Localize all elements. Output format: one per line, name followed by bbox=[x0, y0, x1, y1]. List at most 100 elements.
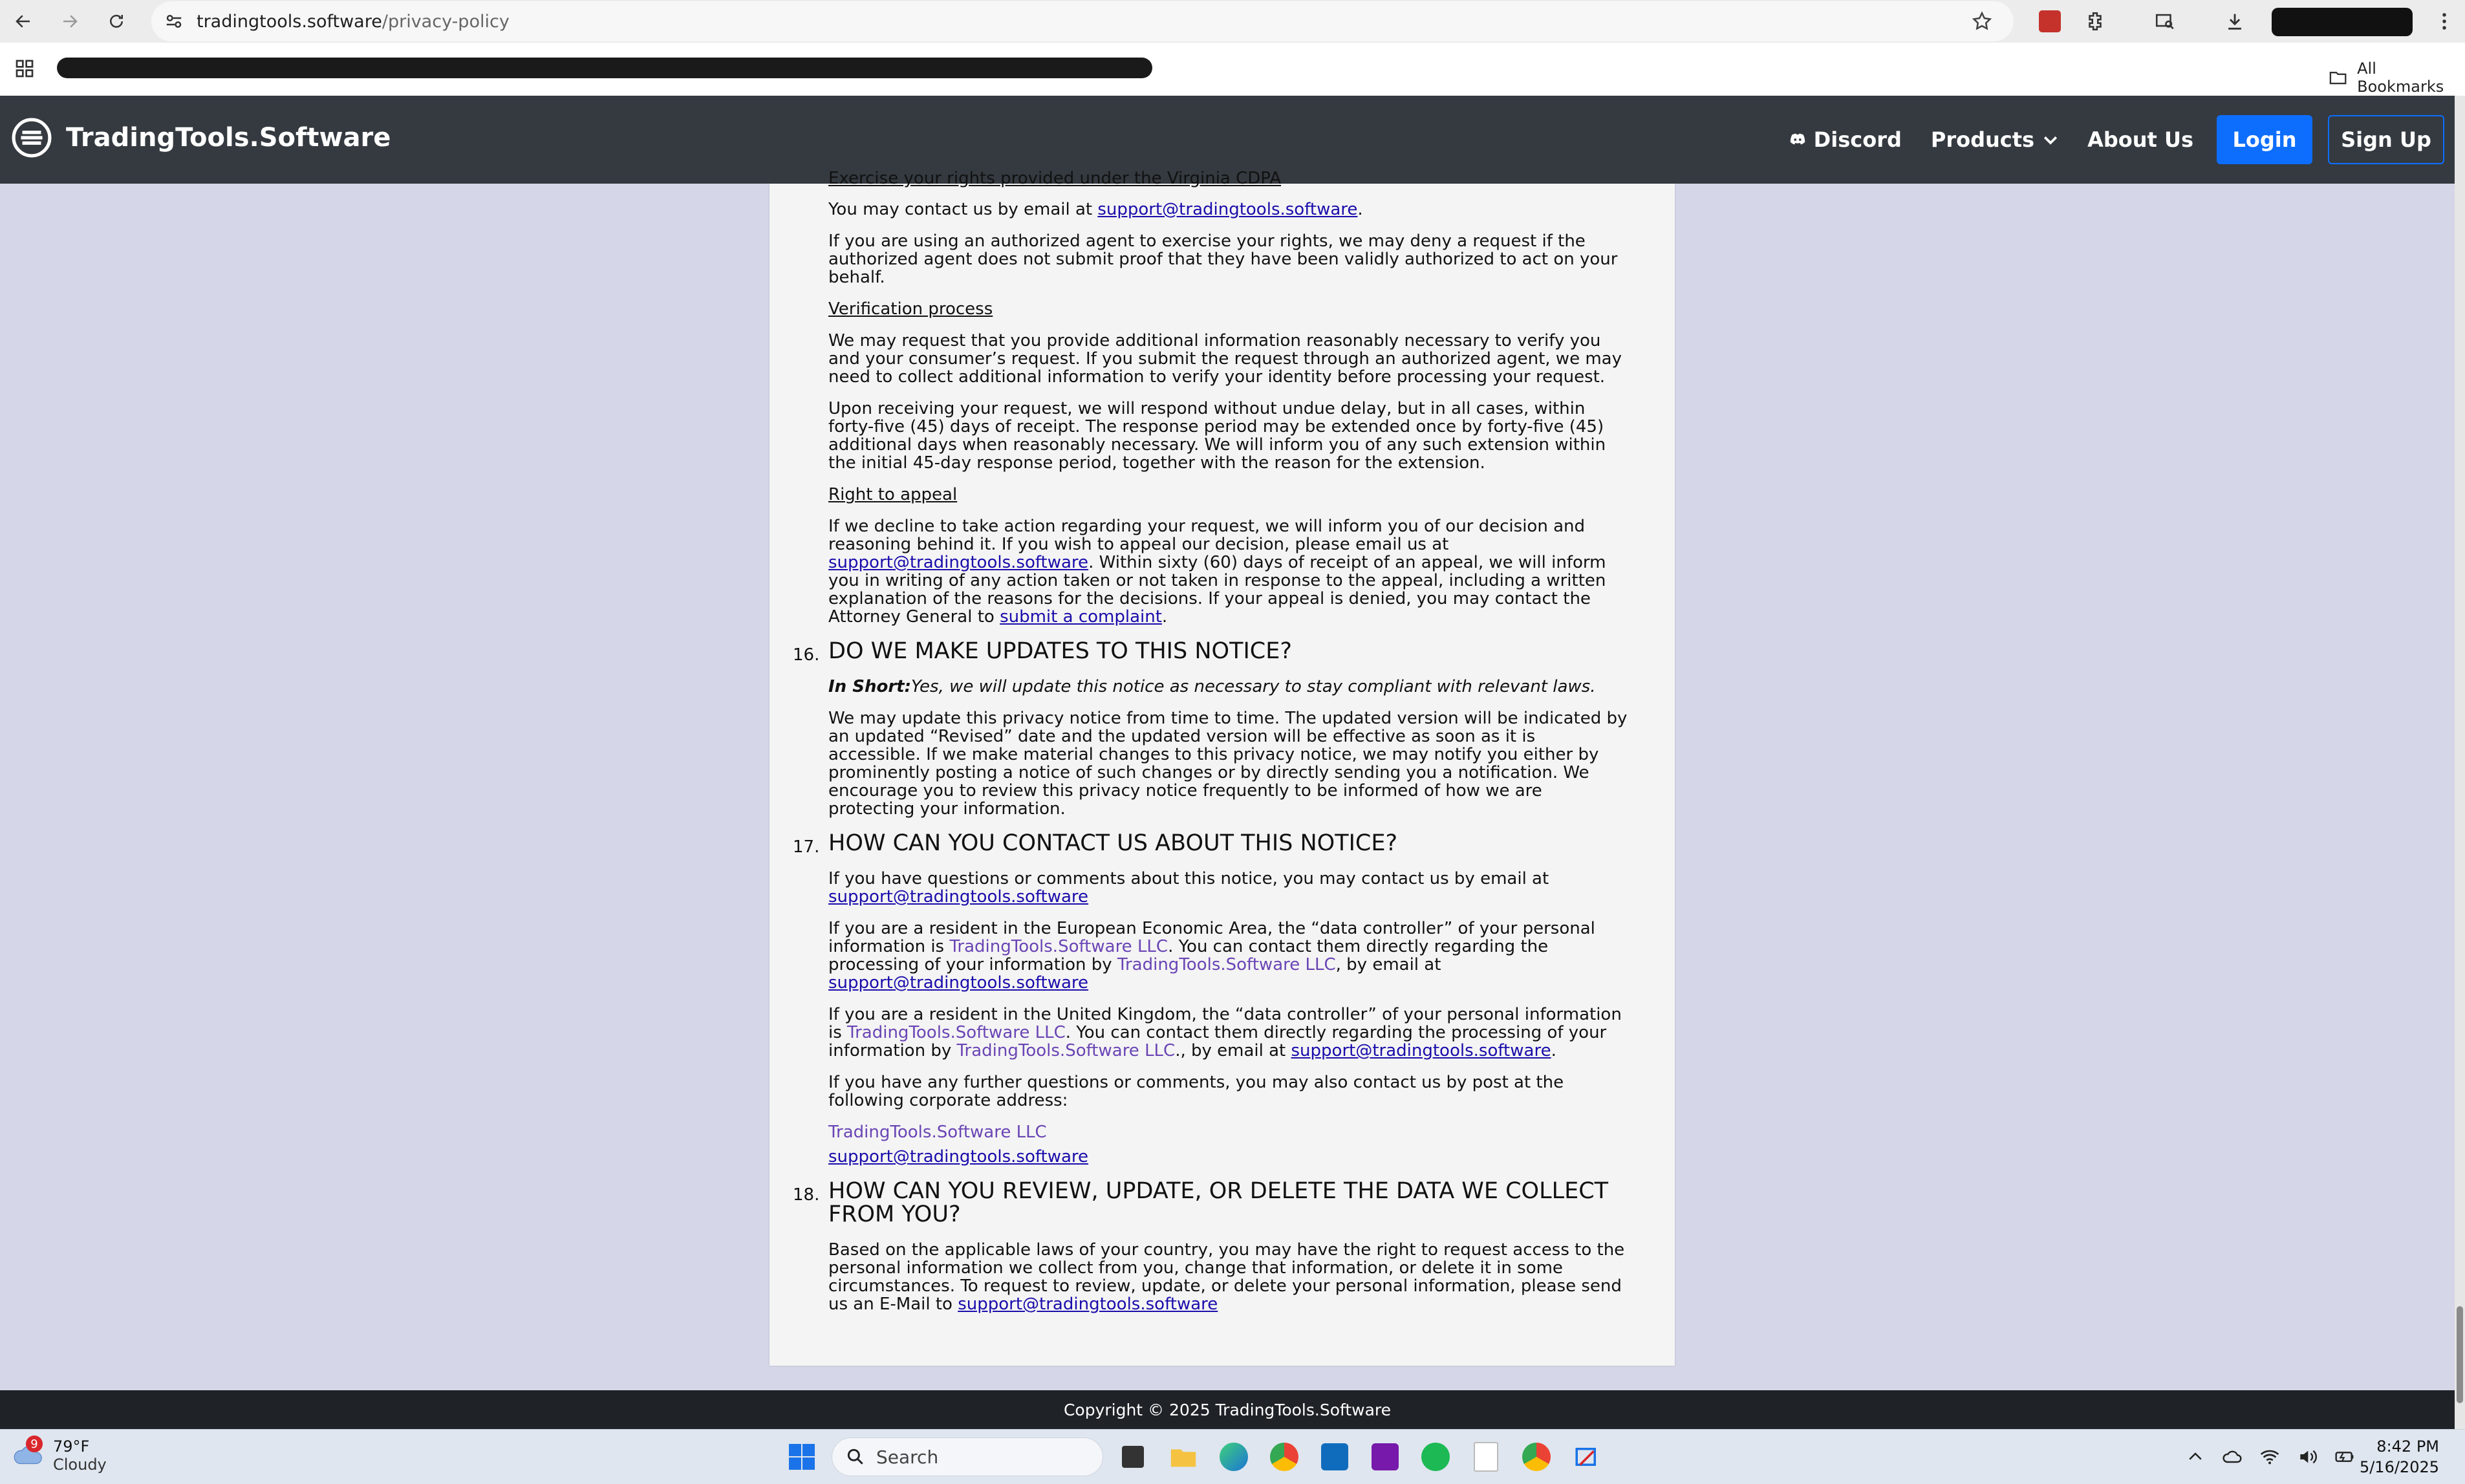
chrome-icon[interactable] bbox=[1264, 1436, 1305, 1478]
nav-about-label: About Us bbox=[2087, 127, 2193, 152]
task-view-icon[interactable] bbox=[1112, 1436, 1154, 1478]
page-scrollbar[interactable] bbox=[2455, 96, 2465, 1429]
section-number: 17. bbox=[793, 837, 820, 857]
volume-icon[interactable] bbox=[2297, 1446, 2318, 1467]
brand-name: TradingTools.Software bbox=[66, 123, 391, 153]
verification-paragraph-1: We may request that you provide addition… bbox=[828, 331, 1622, 387]
windows-taskbar: 9 79°F Cloudy Search 8:42 PM 5/16/2025 bbox=[0, 1429, 2465, 1484]
section-17-heading: 17. HOW CAN YOU CONTACT US ABOUT THIS NO… bbox=[793, 830, 1630, 857]
search-tab-icon[interactable] bbox=[2146, 0, 2184, 43]
postal-company: TradingTools.Software LLC bbox=[828, 1123, 1630, 1141]
arrow-right-icon bbox=[63, 15, 78, 28]
address-bar[interactable]: tradingtools.software/privacy-policy bbox=[151, 1, 2014, 41]
notepad-icon[interactable] bbox=[1465, 1436, 1507, 1478]
in-short-text: Yes, we will update this notice as neces… bbox=[910, 677, 1596, 696]
postal-paragraph: If you have any further questions or com… bbox=[828, 1073, 1564, 1110]
nav-products[interactable]: Products bbox=[1931, 127, 2060, 152]
section-16-heading: 16. DO WE MAKE UPDATES TO THIS NOTICE? bbox=[793, 640, 1630, 665]
weather-widget[interactable]: 9 79°F Cloudy bbox=[12, 1436, 107, 1474]
file-explorer-icon[interactable] bbox=[1163, 1436, 1204, 1478]
site-settings-icon[interactable] bbox=[151, 12, 197, 31]
brand-link[interactable]: TradingTools.Software bbox=[12, 118, 391, 158]
company-name: TradingTools.Software LLC bbox=[847, 1023, 1066, 1042]
email-link[interactable]: support@tradingtools.software bbox=[1097, 200, 1357, 219]
uk-paragraph: If you are a resident in the United King… bbox=[828, 1005, 1622, 1060]
section-number: 18. bbox=[793, 1185, 820, 1205]
in-short-paragraph: In Short:Yes, we will update this notice… bbox=[828, 678, 1630, 696]
email-link[interactable]: support@tradingtools.software bbox=[828, 887, 1088, 907]
edge-icon[interactable] bbox=[1213, 1436, 1254, 1478]
section-title: HOW CAN YOU CONTACT US ABOUT THIS NOTICE… bbox=[828, 830, 1398, 856]
section-18-heading: 18. HOW CAN YOU REVIEW, UPDATE, OR DELET… bbox=[793, 1178, 1630, 1227]
chevron-down-icon bbox=[2044, 136, 2058, 145]
brand-logo-icon bbox=[12, 118, 52, 158]
company-name: TradingTools.Software LLC bbox=[956, 1041, 1176, 1060]
nav-about[interactable]: About Us bbox=[2087, 127, 2193, 152]
chrome-profile-icon[interactable] bbox=[1516, 1436, 1557, 1478]
email-link[interactable]: support@tradingtools.software bbox=[958, 1295, 1218, 1314]
uk-text-3: ., by email at bbox=[1175, 1041, 1291, 1060]
profile-button[interactable] bbox=[2272, 8, 2413, 36]
reload-button[interactable] bbox=[93, 0, 140, 43]
email-link[interactable]: support@tradingtools.software bbox=[828, 553, 1088, 572]
taskbar-apps: Search bbox=[781, 1436, 1608, 1478]
redacted-bookmarks bbox=[57, 58, 1152, 78]
email-link[interactable]: support@tradingtools.software bbox=[828, 1147, 1088, 1167]
submit-complaint-link[interactable]: submit a complaint bbox=[1000, 607, 1162, 627]
signup-button[interactable]: Sign Up bbox=[2328, 115, 2444, 164]
taskbar-clock[interactable]: 8:42 PM 5/16/2025 bbox=[2360, 1436, 2439, 1478]
onenote-icon[interactable] bbox=[1364, 1436, 1406, 1478]
email-link[interactable]: support@tradingtools.software bbox=[828, 973, 1088, 993]
all-bookmarks-button[interactable]: All Bookmarks bbox=[2328, 59, 2465, 96]
updates-paragraph: We may update this privacy notice from t… bbox=[828, 709, 1628, 819]
bookmark-star-icon[interactable] bbox=[1971, 10, 1993, 32]
review-paragraph: Based on the applicable laws of your cou… bbox=[828, 1241, 1630, 1313]
section-title: HOW CAN YOU REVIEW, UPDATE, OR DELETE TH… bbox=[828, 1178, 1609, 1227]
eea-text-3: , by email at bbox=[1335, 955, 1441, 974]
appeal-heading: Right to appeal bbox=[828, 485, 958, 504]
scroll-thumb[interactable] bbox=[2457, 1306, 2463, 1403]
back-button[interactable] bbox=[0, 0, 47, 43]
verification-heading: Verification process bbox=[828, 299, 993, 319]
folder-icon bbox=[2329, 72, 2347, 85]
forward-button[interactable] bbox=[47, 0, 93, 43]
company-name: TradingTools.Software LLC bbox=[828, 1123, 1047, 1142]
login-button[interactable]: Login bbox=[2217, 115, 2312, 164]
weather-badge: 9 bbox=[26, 1436, 43, 1452]
reload-icon bbox=[110, 14, 123, 28]
contact-paragraph: You may contact us by email at support@t… bbox=[828, 200, 1363, 219]
apps-grid-icon[interactable] bbox=[14, 58, 35, 81]
taskbar-search[interactable]: Search bbox=[832, 1437, 1103, 1476]
policy-content: Exercise your rights provided under the … bbox=[793, 169, 1630, 1327]
outlook-icon[interactable] bbox=[1314, 1436, 1355, 1478]
nav-products-label: Products bbox=[1930, 127, 2035, 152]
copyright-text: Copyright © 2025 TradingTools.Software bbox=[1063, 1400, 1392, 1419]
spotify-icon[interactable] bbox=[1415, 1436, 1456, 1478]
arrow-left-icon bbox=[16, 15, 30, 28]
system-tray bbox=[2186, 1436, 2355, 1478]
verification-paragraph-2: Upon receiving your request, we will res… bbox=[828, 399, 1606, 473]
main-nav: Discord Products About Us Login Sign Up bbox=[1788, 96, 2465, 184]
contact-questions-paragraph: If you have questions or comments about … bbox=[828, 870, 1630, 906]
site-footer: Copyright © 2025 TradingTools.Software bbox=[0, 1390, 2455, 1429]
wifi-icon[interactable] bbox=[2259, 1446, 2280, 1467]
snipping-tool-icon[interactable] bbox=[1566, 1436, 1608, 1478]
clock-date: 5/16/2025 bbox=[2359, 1458, 2439, 1476]
extensions-puzzle-icon[interactable] bbox=[2076, 0, 2115, 43]
extension-red-icon[interactable] bbox=[2030, 0, 2069, 43]
battery-icon[interactable] bbox=[2334, 1446, 2355, 1467]
chevron-up-icon[interactable] bbox=[2186, 1447, 2205, 1467]
appeal-paragraph: If we decline to take action regarding y… bbox=[828, 517, 1606, 627]
onedrive-cloud-icon[interactable] bbox=[2222, 1446, 2243, 1467]
discord-icon bbox=[1790, 133, 1805, 145]
contact-questions-text: If you have questions or comments about … bbox=[828, 869, 1549, 888]
virginia-rights-heading: Exercise your rights provided under the … bbox=[828, 169, 1282, 188]
url-host: tradingtools.software bbox=[197, 11, 382, 32]
download-icon[interactable] bbox=[2215, 0, 2254, 43]
policy-card: Exercise your rights provided under the … bbox=[770, 169, 1675, 1366]
email-link[interactable]: support@tradingtools.software bbox=[1291, 1041, 1551, 1060]
windows-start-icon[interactable] bbox=[781, 1436, 823, 1478]
nav-discord[interactable]: Discord bbox=[1788, 127, 1902, 152]
menu-kebab-icon[interactable] bbox=[2431, 0, 2457, 43]
section-number: 16. bbox=[793, 645, 820, 665]
